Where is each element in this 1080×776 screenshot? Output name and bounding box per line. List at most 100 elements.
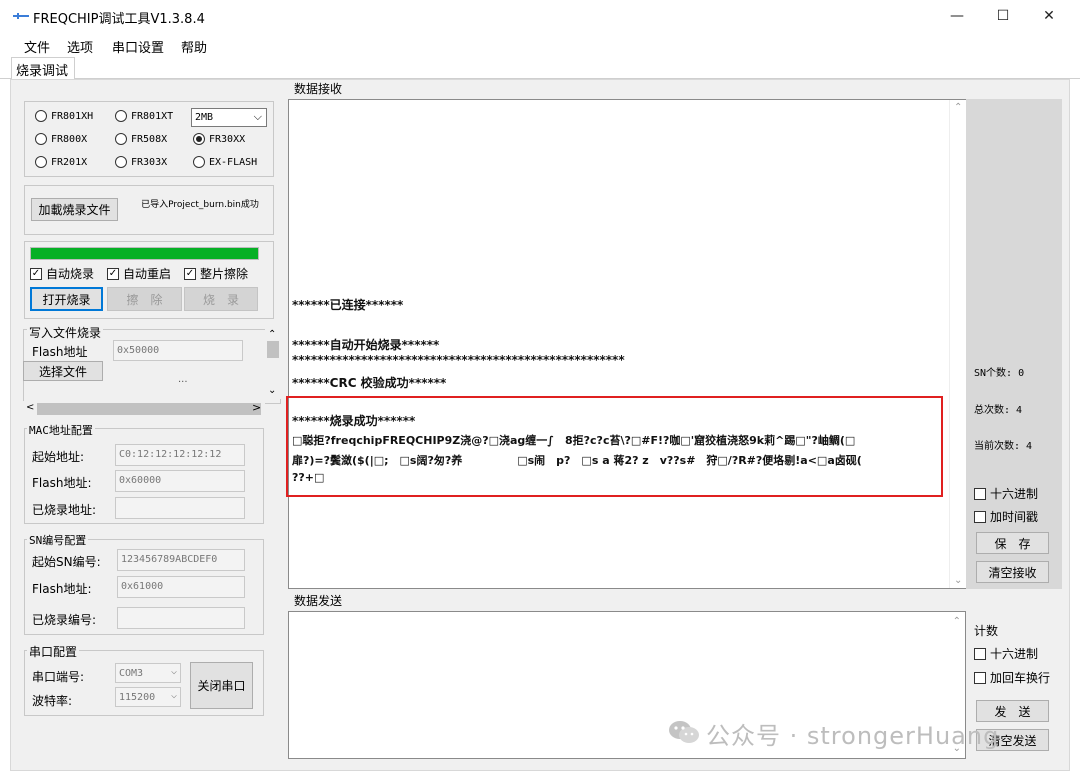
progress-fill xyxy=(31,248,258,259)
maximize-button[interactable]: ☐ xyxy=(980,0,1026,32)
burn-button[interactable]: 烧 录 xyxy=(184,287,258,311)
scroll-up-icon: ⌃ xyxy=(954,102,963,113)
chevron-down-icon: ⌵ xyxy=(253,110,262,123)
recv-hex-checkbox[interactable]: 十六进制 xyxy=(974,485,1038,502)
radio-fr801xh[interactable]: FR801XH xyxy=(35,110,93,122)
crlf-checkbox[interactable]: 加回车换行 xyxy=(974,669,1050,686)
radio-ex-flash[interactable]: EX-FLASH xyxy=(193,156,257,168)
select-file-button[interactable]: 选择文件 xyxy=(23,361,103,381)
sn-config-title: SN编号配置 xyxy=(27,532,89,548)
write-flash-field[interactable]: 0x50000 xyxy=(113,340,243,361)
flash-size-select[interactable]: 2MB ⌵ xyxy=(191,108,267,127)
radio-circle xyxy=(115,110,127,122)
close-port-button[interactable]: 关闭串口 xyxy=(190,662,253,709)
sn-burned-label: 已烧录编号: xyxy=(32,613,97,627)
menu-file[interactable]: 文件 xyxy=(24,37,50,56)
scroll-left-icon: < xyxy=(26,402,35,413)
watermark-text: 公众号 · strongerHuang xyxy=(706,722,1000,750)
ellipsis-text: ... xyxy=(178,374,188,385)
baud-label: 波特率: xyxy=(32,694,73,708)
scroll-thumb[interactable] xyxy=(267,341,279,358)
tab-burn-debug[interactable]: 烧录调试 xyxy=(11,57,75,79)
port-value: COM3 xyxy=(119,668,144,679)
clear-receive-button[interactable]: 清空接收 xyxy=(976,561,1049,583)
sn-start-label: 起始SN编号: xyxy=(32,555,101,569)
auto-restart-checkbox[interactable]: ✓ 自动重启 xyxy=(107,265,171,282)
auto-burn-checkbox[interactable]: ✓ 自动烧录 xyxy=(30,265,94,282)
load-status-text: 已导入Project_burn.bin成功 xyxy=(141,200,259,210)
sn-flash-label: Flash地址: xyxy=(32,582,92,596)
port-label: 串口端号: xyxy=(32,670,85,684)
erase-button[interactable]: 擦 除 xyxy=(107,287,182,311)
radio-fr508x[interactable]: FR508X xyxy=(115,133,167,145)
receive-scrollbar[interactable]: ⌃ ⌄ xyxy=(949,100,967,588)
flash-size-value: 2MB xyxy=(195,112,214,123)
checkmark-icon: ✓ xyxy=(30,267,42,280)
radio-circle xyxy=(115,133,127,145)
write-flash-label: Flash地址 xyxy=(32,345,88,359)
mac-config-title: MAC地址配置 xyxy=(27,422,95,438)
send-count-label: 计数 xyxy=(974,624,999,638)
scroll-up-icon: ⌃ xyxy=(268,329,277,340)
radio-circle xyxy=(35,156,47,168)
radio-fr800x[interactable]: FR800X xyxy=(35,133,87,145)
radio-circle-selected xyxy=(193,133,205,145)
serial-config-title: 串口配置 xyxy=(27,643,80,660)
window-title: FREQCHIP调试工具V1.3.8.4 xyxy=(33,12,205,27)
recv-line-crc: ******CRC 校验成功****** xyxy=(292,376,447,390)
radio-fr30xx[interactable]: FR30XX xyxy=(193,133,245,145)
mac-start-field[interactable]: C0:12:12:12:12:12 xyxy=(115,444,245,466)
load-burn-file-button[interactable]: 加載燒录文件 xyxy=(31,198,118,221)
wechat-icon xyxy=(669,721,699,743)
mac-flash-field[interactable]: 0x60000 xyxy=(115,470,245,492)
radio-circle xyxy=(35,133,47,145)
vertical-scrollbar[interactable]: ⌃ ⌄ xyxy=(265,329,281,399)
checkbox-box xyxy=(974,671,986,684)
close-button[interactable]: ✕ xyxy=(1026,0,1072,32)
scroll-up-icon: ⌃ xyxy=(952,616,961,627)
chevron-down-icon: ⌵ xyxy=(170,690,177,701)
total-count-text: 总次数: 4 xyxy=(974,405,1023,416)
send-hex-checkbox[interactable]: 十六进制 xyxy=(974,645,1038,662)
checkmark-icon: ✓ xyxy=(184,267,196,280)
horizontal-scrollbar[interactable]: < xyxy=(23,401,265,417)
highlight-annotation xyxy=(286,396,943,497)
minimize-button[interactable]: — xyxy=(934,0,980,32)
open-burn-button[interactable]: 打开烧录 xyxy=(30,287,103,311)
checkbox-box xyxy=(974,510,986,523)
port-select[interactable]: COM3 ⌵ xyxy=(115,663,181,683)
mac-burned-label: 已烧录地址: xyxy=(32,503,97,517)
scroll-down-icon: ⌄ xyxy=(954,575,963,586)
radio-fr201x[interactable]: FR201X xyxy=(35,156,87,168)
write-file-group-title: 写入文件烧录 xyxy=(27,324,104,341)
radio-fr801xt[interactable]: FR801XT xyxy=(115,110,173,122)
hscroll-thumb[interactable] xyxy=(37,403,261,415)
radio-circle xyxy=(35,110,47,122)
sn-start-field[interactable]: 123456789ABCDEF0 xyxy=(117,549,245,571)
baud-value: 115200 xyxy=(119,692,156,703)
sn-burned-field[interactable] xyxy=(117,607,245,629)
mac-start-label: 起始地址: xyxy=(32,450,85,464)
sn-flash-field[interactable]: 0x61000 xyxy=(117,576,245,598)
baud-select[interactable]: 115200 ⌵ xyxy=(115,687,181,707)
scroll-down-icon: ⌄ xyxy=(268,385,277,396)
mac-flash-label: Flash地址: xyxy=(32,476,92,490)
menu-serial-settings[interactable]: 串口设置 xyxy=(112,37,164,56)
mac-burned-field[interactable] xyxy=(115,497,245,519)
current-count-text: 当前次数: 4 xyxy=(974,441,1033,452)
radio-circle xyxy=(193,156,205,168)
app-logo-icon xyxy=(13,13,29,19)
checkmark-icon: ✓ xyxy=(107,267,119,280)
chip-erase-checkbox[interactable]: ✓ 整片擦除 xyxy=(184,265,248,282)
menu-help[interactable]: 帮助 xyxy=(181,37,207,56)
receive-group-title: 数据接收 xyxy=(292,80,345,97)
scroll-right-icon[interactable]: > xyxy=(252,401,261,414)
recv-line-connected: ******已连接****** xyxy=(292,298,404,312)
send-group-title: 数据发送 xyxy=(292,592,345,609)
chevron-down-icon: ⌵ xyxy=(170,666,177,677)
timestamp-checkbox[interactable]: 加时间戳 xyxy=(974,508,1038,525)
save-button[interactable]: 保 存 xyxy=(976,532,1049,554)
menu-options[interactable]: 选项 xyxy=(67,37,93,56)
radio-fr303x[interactable]: FR303X xyxy=(115,156,167,168)
radio-circle xyxy=(115,156,127,168)
